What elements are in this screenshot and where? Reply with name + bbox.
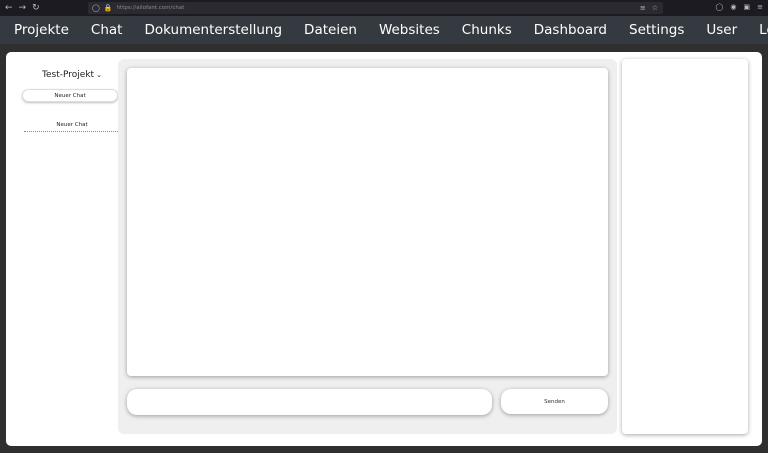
- nav-user[interactable]: User: [706, 22, 737, 38]
- url-path: /chat: [170, 5, 185, 11]
- nav-dateien[interactable]: Dateien: [304, 22, 357, 38]
- chat-list-item[interactable]: Neuer Chat: [24, 122, 120, 132]
- lock-icon[interactable]: 🔒: [104, 4, 113, 12]
- chevron-down-icon: ⌄: [96, 71, 102, 79]
- back-icon[interactable]: ←: [5, 3, 13, 13]
- account-icon[interactable]: ◉: [730, 3, 736, 11]
- browser-nav-buttons: ← → ↻: [0, 3, 88, 13]
- reload-icon[interactable]: ↻: [32, 3, 40, 13]
- nav-websites[interactable]: Websites: [379, 22, 440, 38]
- address-bar[interactable]: ◯ 🔒 https://ailofant.com/chat ≡ ☆: [88, 2, 663, 14]
- nav-projekte[interactable]: Projekte: [14, 22, 69, 38]
- send-button[interactable]: Senden: [501, 389, 608, 414]
- main-panel: Test-Projekt ⌄ Neuer Chat Neuer Chat Sen…: [6, 52, 762, 446]
- translate-icon[interactable]: ≡: [640, 4, 646, 12]
- main-nav: Projekte Chat Dokumenterstellung Dateien…: [0, 16, 768, 44]
- project-selector[interactable]: Test-Projekt ⌄: [22, 70, 122, 80]
- star-icon[interactable]: ☆: [652, 4, 658, 12]
- pocket-icon[interactable]: ◯: [716, 3, 724, 11]
- address-bar-actions: ≡ ☆: [640, 4, 663, 12]
- right-panel: [622, 59, 748, 434]
- nav-logout[interactable]: Logout: [759, 22, 768, 38]
- new-chat-button[interactable]: Neuer Chat: [22, 89, 118, 102]
- nav-chunks[interactable]: Chunks: [462, 22, 512, 38]
- forward-icon[interactable]: →: [19, 3, 27, 13]
- browser-actions: ◯ ◉ ▣ ≡: [716, 3, 763, 11]
- url-host: https://ailofant.com: [116, 5, 171, 11]
- chat-sidebar: Test-Projekt ⌄ Neuer Chat Neuer Chat: [22, 70, 122, 132]
- project-name: Test-Projekt: [42, 70, 95, 80]
- page-content: Test-Projekt ⌄ Neuer Chat Neuer Chat Sen…: [0, 44, 768, 453]
- nav-settings[interactable]: Settings: [629, 22, 684, 38]
- nav-dokumenterstellung[interactable]: Dokumenterstellung: [144, 22, 282, 38]
- url-text[interactable]: https://ailofant.com/chat: [117, 5, 185, 11]
- nav-dashboard[interactable]: Dashboard: [534, 22, 607, 38]
- browser-toolbar: ← → ↻ ◯ 🔒 https://ailofant.com/chat ≡ ☆ …: [0, 0, 768, 16]
- extensions-icon[interactable]: ▣: [744, 3, 751, 11]
- nav-chat[interactable]: Chat: [91, 22, 123, 38]
- chat-area: Senden: [118, 59, 617, 434]
- chat-list: Neuer Chat: [22, 122, 122, 132]
- shield-icon[interactable]: ◯: [92, 4, 100, 12]
- menu-icon[interactable]: ≡: [757, 3, 763, 11]
- chat-input[interactable]: [127, 389, 492, 415]
- message-window: [127, 68, 608, 376]
